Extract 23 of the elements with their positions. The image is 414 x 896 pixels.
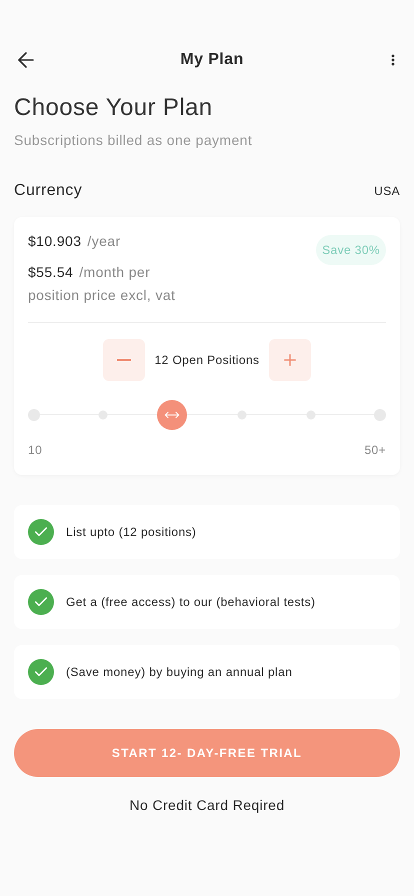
page-title: My Plan [180, 50, 244, 70]
save-badge: Save 30% [316, 235, 386, 265]
currency-value: USA [374, 183, 400, 200]
minus-icon [116, 359, 131, 361]
yearly-unit: /year [87, 232, 121, 251]
start-trial-button[interactable]: START 12- DAY-FREE TRIAL [14, 729, 400, 777]
feature-text: (Save money) by buying an annual plan [66, 664, 292, 681]
slider-max-label: 50+ [364, 442, 386, 459]
feature-text: Get a (free access) to our (behavioral tests) [66, 594, 316, 611]
monthly-price: $55.54 [28, 263, 74, 282]
heading: Choose Your Plan [14, 93, 214, 123]
footnote: No Credit Card Reqired [129, 796, 285, 815]
monthly-unit: /month per [79, 263, 150, 282]
positions-slider[interactable] [28, 401, 386, 429]
slider-min-label: 10 [28, 442, 42, 459]
slider-thumb[interactable] [157, 400, 188, 430]
increase-button[interactable] [269, 339, 312, 381]
price-note: position price excl, vat [28, 286, 176, 305]
subheading: Subscriptions billed as one payment [14, 131, 254, 150]
yearly-price: $10.903 [28, 232, 82, 251]
positions-count: 12 Open Positions [154, 352, 260, 369]
feature-text: List upto (12 positions) [66, 524, 196, 541]
currency-label: Currency [14, 181, 82, 201]
